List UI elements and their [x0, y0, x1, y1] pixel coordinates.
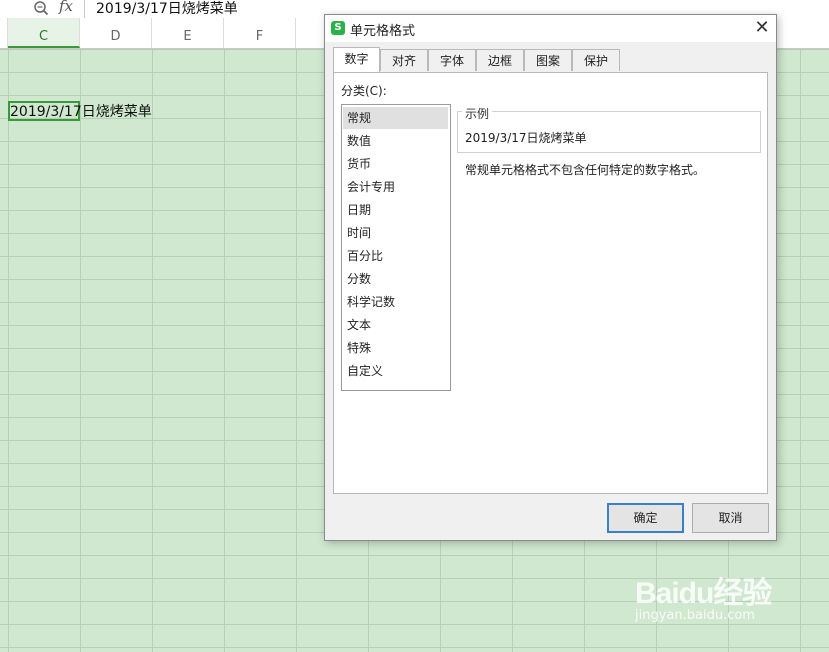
category-general[interactable]: 常规: [343, 107, 448, 129]
category-accounting[interactable]: 会计专用: [343, 176, 448, 198]
category-custom[interactable]: 自定义: [343, 360, 448, 382]
category-list[interactable]: 常规 数值 货币 会计专用 日期 时间 百分比 分数 科学记数 文本 特殊 自定…: [341, 104, 451, 391]
zoom-icon[interactable]: [33, 0, 49, 16]
category-number[interactable]: 数值: [343, 130, 448, 152]
category-fraction[interactable]: 分数: [343, 268, 448, 290]
watermark: Baidu经验 jingyan.baidu.com: [635, 568, 772, 623]
category-special[interactable]: 特殊: [343, 337, 448, 359]
fx-icon[interactable]: fx: [59, 0, 73, 15]
category-scientific[interactable]: 科学记数: [343, 291, 448, 313]
tab-border[interactable]: 边框: [476, 49, 524, 71]
column-header-e[interactable]: E: [152, 18, 224, 48]
number-tab-panel: 分类(C): 常规 数值 货币 会计专用 日期 时间 百分比 分数 科学记数 文…: [333, 72, 768, 494]
tab-font[interactable]: 字体: [428, 49, 476, 71]
column-header-c[interactable]: C: [8, 18, 80, 48]
watermark-url: jingyan.baidu.com: [635, 608, 755, 623]
tab-protection[interactable]: 保护: [572, 49, 620, 71]
tab-pattern[interactable]: 图案: [524, 49, 572, 71]
cancel-button[interactable]: 取消: [692, 503, 769, 533]
category-date[interactable]: 日期: [343, 199, 448, 221]
column-header-f[interactable]: F: [224, 18, 296, 48]
formula-bar-divider: [84, 0, 85, 18]
category-currency[interactable]: 货币: [343, 153, 448, 175]
tab-alignment[interactable]: 对齐: [380, 49, 428, 71]
sample-legend: 示例: [462, 105, 493, 122]
format-description: 常规单元格格式不包含任何特定的数字格式。: [465, 163, 706, 177]
ok-button[interactable]: 确定: [607, 503, 684, 533]
app-logo-icon: S: [331, 21, 345, 35]
dialog-title: 单元格格式: [350, 24, 416, 39]
category-time[interactable]: 时间: [343, 222, 448, 244]
formula-input[interactable]: 2019/3/17日烧烤菜单: [96, 0, 238, 18]
watermark-brand: Baidu经验: [635, 577, 772, 610]
column-header-d[interactable]: D: [80, 18, 152, 48]
category-percentage[interactable]: 百分比: [343, 245, 448, 267]
column-header-partial: [0, 18, 8, 48]
cell-content: 2019/3/17日烧烤菜单: [10, 104, 152, 120]
dialog-titlebar[interactable]: S 单元格格式 ✕: [325, 15, 776, 42]
tab-number[interactable]: 数字: [333, 47, 380, 72]
sample-value: 2019/3/17日烧烤菜单: [465, 131, 587, 145]
category-label: 分类(C):: [341, 84, 387, 98]
category-text[interactable]: 文本: [343, 314, 448, 336]
format-cells-dialog: S 单元格格式 ✕ 数字 对齐 字体 边框 图案 保护 分类(C): 常规 数值…: [324, 14, 777, 541]
close-icon[interactable]: ✕: [753, 17, 771, 38]
